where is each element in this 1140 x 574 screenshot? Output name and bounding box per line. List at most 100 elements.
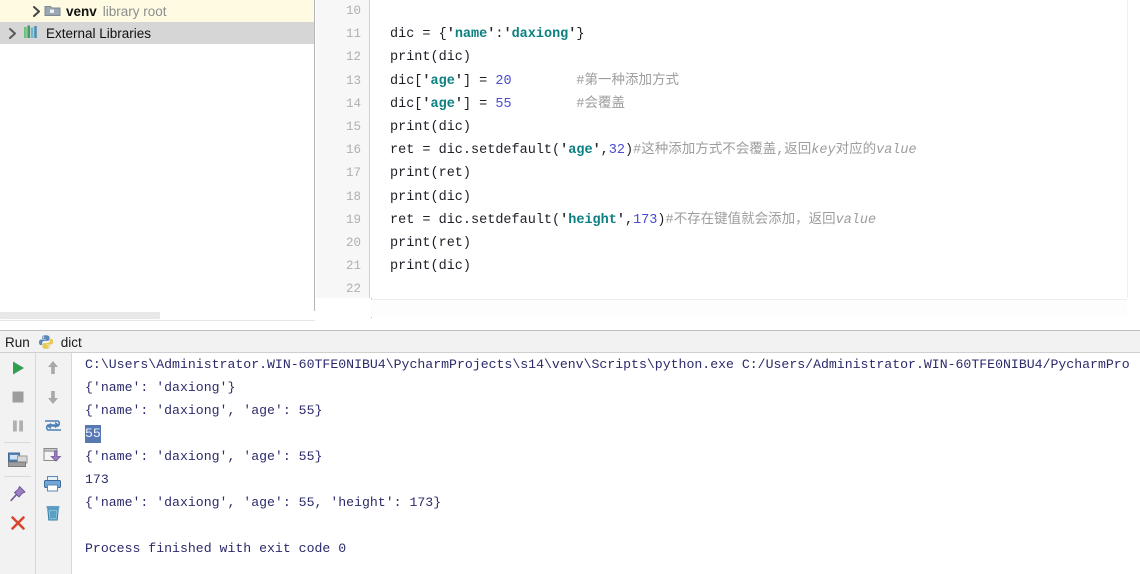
code-line[interactable]: ret = dic.setdefault('age',32)#这种添加方式不会覆… [390, 139, 1140, 162]
tree-item-label: External Libraries [46, 25, 152, 41]
code-line[interactable]: print(ret) [390, 232, 1140, 255]
code-line[interactable]: print(dic) [390, 186, 1140, 209]
code-token: } [576, 27, 585, 43]
code-token: 173 [633, 212, 658, 228]
code-editor[interactable]: 10 11 12 13 14 15 16 17 18 19 20 21 22 dic = {'name'… [316, 0, 1140, 330]
tree-item-venv[interactable]: venv library root [0, 0, 314, 22]
soft-wrap-button[interactable] [36, 411, 71, 440]
run-console-output[interactable]: C:\Users\Administrator.WIN-60TFE0NIBU4\P… [71, 353, 1140, 574]
pin-tab-button[interactable] [0, 479, 35, 508]
console-output-line: {'name': 'daxiong', 'age': 55, 'height':… [85, 495, 442, 510]
console-output-line: 173 [85, 472, 109, 487]
clear-all-button[interactable] [36, 498, 71, 527]
code-line[interactable]: ret = dic.setdefault('height',173)#不存在键值… [390, 209, 1140, 232]
code-token: ' [454, 73, 463, 89]
code-token: 32 [608, 143, 625, 159]
code-token: dic = { [390, 27, 447, 43]
code-line[interactable]: dic = {'name':'daxiong'} [390, 23, 1140, 46]
code-token: print(dic) [390, 50, 472, 66]
line-number: 11 [345, 27, 361, 42]
up-the-stack-button[interactable] [36, 353, 71, 382]
code-token: 20 [495, 73, 512, 89]
code-token: dic[ [390, 73, 423, 89]
export-to-file-button[interactable] [36, 440, 71, 469]
code-token: #不存在键值就会添加，返回 [665, 212, 836, 228]
code-token: ' [592, 143, 601, 159]
toolbar-divider [4, 442, 31, 443]
close-button[interactable] [0, 508, 35, 537]
chevron-right-icon[interactable] [28, 3, 44, 19]
run-tool-window: Run dict C:\Users\Administrator.WIN-60TF… [0, 330, 1140, 574]
code-token: dic[ [390, 96, 423, 112]
line-number: 12 [345, 50, 361, 65]
run-toolbar-left [0, 353, 35, 574]
console-output-line: {'name': 'daxiong', 'age': 55} [85, 449, 323, 464]
line-number: 17 [345, 166, 361, 181]
code-line[interactable]: print(dic) [390, 255, 1140, 278]
tree-item-external-libraries[interactable]: External Libraries [0, 22, 314, 44]
run-tab-dict[interactable]: dict [61, 335, 82, 350]
code-token: ] = [462, 96, 496, 112]
code-token: value [835, 212, 877, 228]
stop-button[interactable] [0, 382, 35, 411]
sidebar-horizontal-scrollbar[interactable] [0, 311, 315, 320]
project-tool-window: venv library root External Libraries [0, 0, 315, 330]
code-token: 对应的 [835, 143, 877, 159]
tree-item-label: venv [66, 3, 97, 19]
run-tool-window-body: C:\Users\Administrator.WIN-60TFE0NIBU4\P… [0, 353, 1140, 574]
code-token: ' [446, 27, 455, 43]
code-token: 55 [495, 96, 512, 112]
pycharm-window: venv library root External Libraries 10 … [0, 0, 1140, 574]
rerun-button[interactable] [0, 353, 35, 382]
code-content[interactable]: dic = {'name':'daxiong'} print(dic) dic['a… [371, 0, 1140, 298]
print-button[interactable] [36, 469, 71, 498]
restore-layout-button[interactable] [0, 445, 35, 474]
code-token: ' [616, 212, 625, 228]
code-token: key [811, 143, 836, 159]
line-number: 18 [345, 189, 361, 204]
code-line[interactable]: print(dic) [390, 116, 1140, 139]
code-token: ret = dic.setdefault( [390, 143, 561, 159]
code-token: daxiong [511, 27, 569, 43]
library-bars-icon [23, 25, 41, 41]
code-line[interactable] [390, 278, 1140, 301]
line-number: 13 [345, 73, 361, 88]
run-label: Run [5, 334, 30, 350]
down-the-stack-button[interactable] [36, 382, 71, 411]
code-line[interactable] [390, 0, 1140, 23]
sidebar-bottom-strip [0, 320, 315, 330]
code-token: ' [422, 73, 431, 89]
line-number: 19 [345, 212, 361, 227]
code-token: age [430, 96, 455, 112]
pause-button[interactable] [0, 411, 35, 440]
tree-item-sublabel: library root [102, 3, 167, 19]
console-output-line: {'name': 'daxiong'} [85, 380, 236, 395]
console-command-line: C:\Users\Administrator.WIN-60TFE0NIBU4\P… [85, 357, 1130, 372]
code-token: print(ret) [390, 166, 472, 182]
console-output-line: {'name': 'daxiong', 'age': 55} [85, 403, 323, 418]
editor-horizontal-scrollbar[interactable] [371, 299, 1127, 317]
code-token: #会覆盖 [576, 96, 625, 112]
code-token: ' [422, 96, 431, 112]
code-token: value [876, 143, 917, 159]
code-token: ' [454, 96, 463, 112]
python-file-icon [38, 334, 54, 350]
selected-text: 55 [85, 425, 101, 443]
toolbar-divider [4, 476, 31, 477]
editor-vertical-scrollbar[interactable] [1127, 0, 1140, 298]
code-line[interactable]: print(ret) [390, 162, 1140, 185]
code-line[interactable]: dic['age'] = 55 #会覆盖 [390, 93, 1140, 116]
scrollbar-thumb[interactable] [0, 312, 160, 319]
console-output-line: Process finished with exit code 0 [85, 541, 347, 556]
chevron-right-icon[interactable] [4, 25, 20, 41]
console-output-line: 55 [72, 422, 1140, 445]
code-token: print(dic) [390, 189, 472, 205]
code-token: height [568, 212, 617, 228]
code-token: ' [503, 27, 512, 43]
code-line[interactable]: print(dic) [390, 46, 1140, 69]
code-line[interactable]: dic['age'] = 20 #第一种添加方式 [390, 70, 1140, 93]
line-number-gutter: 10 11 12 13 14 15 16 17 18 19 20 21 22 [316, 0, 370, 298]
